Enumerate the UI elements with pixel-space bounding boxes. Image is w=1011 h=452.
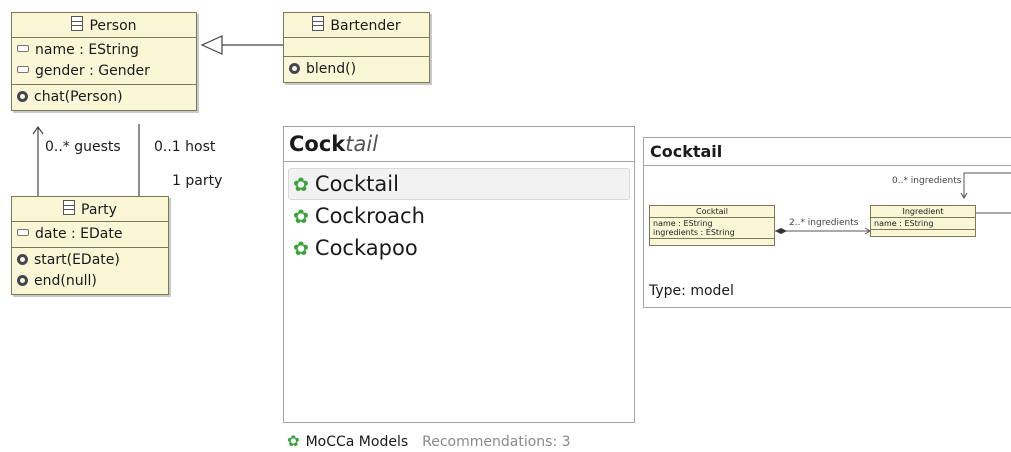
preview-class-ingredient: Ingredient name : EString — [870, 205, 976, 237]
search-query-field[interactable]: Cocktail — [284, 127, 634, 162]
class-bartender-operations: blend() — [284, 57, 429, 82]
operation-row: chat(Person) — [17, 87, 191, 108]
preview-association-label: 2..* ingredients — [789, 218, 859, 228]
operation-row: start(EDate) — [17, 250, 163, 271]
preview-self-association-line — [963, 172, 1011, 198]
class-bartender-attributes — [284, 38, 429, 57]
attribute-row: gender : Gender — [17, 61, 191, 82]
operation-icon — [289, 63, 300, 74]
generalization-arrowhead — [200, 35, 223, 55]
search-typed-text: Cock — [289, 132, 346, 156]
preview-attributes: name : EString — [871, 218, 975, 230]
footer-title: MoCCa Models — [305, 434, 409, 450]
operation-icon — [17, 275, 28, 286]
class-person-name: Person — [89, 18, 137, 34]
model-preview-panel: Cocktail Cocktail name : EString ingredi… — [643, 137, 1011, 308]
preview-type-label: Type: model — [649, 283, 734, 299]
search-results-list: ✿ Cocktail ✿ Cockroach ✿ Cockapoo — [284, 168, 634, 264]
attribute-icon — [17, 229, 29, 236]
attribute-row: date : EDate — [17, 224, 163, 245]
class-person[interactable]: Person name : EString gender : Gender ch… — [11, 12, 197, 111]
class-icon — [63, 200, 76, 215]
party-multiplicity-label: 1 party — [172, 173, 223, 189]
mocca-logo-icon: ✿ — [287, 432, 300, 450]
recommendations-count: Recommendations: 3 — [422, 434, 571, 450]
model-search-panel: Cocktail ✿ Cocktail ✿ Cockroach ✿ Cockapoo — [283, 126, 635, 423]
operation-row: end(null) — [17, 271, 163, 292]
class-icon — [71, 16, 84, 31]
guests-multiplicity-label: 0..* guests — [45, 139, 121, 155]
class-party-header: Party — [12, 197, 168, 222]
class-person-operations: chat(Person) — [12, 85, 196, 110]
search-result-item[interactable]: ✿ Cocktail — [288, 168, 630, 200]
preview-operations — [871, 230, 975, 236]
preview-self-association-label: 0..* ingredients — [892, 176, 962, 186]
operation-icon — [17, 254, 28, 265]
class-person-header: Person — [12, 13, 196, 38]
search-result-item[interactable]: ✿ Cockroach — [288, 200, 630, 232]
preview-attributes: name : EString ingredients : EString — [650, 218, 774, 239]
preview-operations — [650, 239, 774, 245]
operation-row: blend() — [289, 59, 424, 80]
class-person-attributes: name : EString gender : Gender — [12, 38, 196, 85]
preview-composition-diamond — [775, 228, 787, 234]
class-party-operations: start(EDate) end(null) — [12, 248, 168, 294]
search-completion-text: tail — [345, 132, 379, 156]
class-icon — [312, 16, 325, 31]
attribute-row: name : EString — [17, 40, 191, 61]
search-footer: ✿ MoCCa Models Recommendations: 3 — [287, 432, 571, 450]
search-result-item[interactable]: ✿ Cockapoo — [288, 232, 630, 264]
host-multiplicity-label: 0..1 host — [154, 139, 216, 155]
class-bartender-header: Bartender — [284, 13, 429, 38]
class-party[interactable]: Party date : EDate start(EDate) end(null… — [11, 196, 169, 295]
preview-class-cocktail: Cocktail name : EString ingredients : ES… — [649, 205, 775, 246]
operation-icon — [17, 91, 28, 102]
mocca-model-icon: ✿ — [293, 206, 309, 228]
class-bartender[interactable]: Bartender blend() — [283, 12, 430, 83]
class-party-attributes: date : EDate — [12, 222, 168, 248]
attribute-icon — [17, 45, 29, 52]
mocca-model-icon: ✿ — [293, 238, 309, 260]
attribute-icon — [17, 66, 29, 73]
mocca-model-icon: ✿ — [293, 174, 309, 196]
